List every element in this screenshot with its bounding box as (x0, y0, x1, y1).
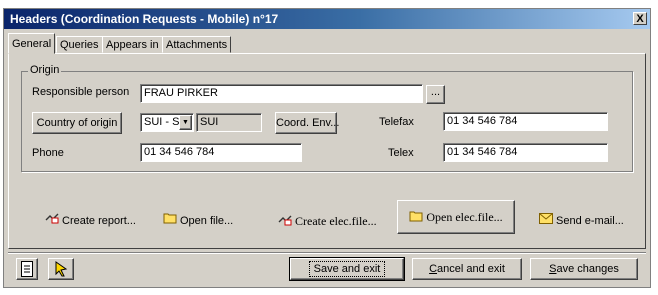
dialog-window: Headers (Coordination Requests - Mobile)… (3, 8, 651, 288)
document-icon (21, 261, 33, 280)
title-bar[interactable]: Headers (Coordination Requests - Mobile)… (4, 9, 650, 29)
send-email-label: Send e-mail... (556, 215, 624, 227)
pointer-button[interactable] (48, 258, 74, 280)
save-and-exit-button[interactable]: Save and exit (289, 257, 405, 281)
create-elec-file-action[interactable]: Create elec.file... (278, 208, 377, 234)
cancel-and-exit-button[interactable]: Cancel and exit (412, 258, 522, 280)
create-elec-file-label: Create elec.file... (295, 214, 377, 228)
report-icon (45, 208, 59, 234)
save-changes-button[interactable]: Save changes (530, 258, 638, 280)
folder-icon (409, 202, 423, 234)
window-title: Headers (Coordination Requests - Mobile)… (10, 12, 279, 26)
tab-attachments[interactable]: Attachments (162, 36, 232, 53)
telex-label: Telex (388, 147, 414, 159)
phone-label: Phone (32, 147, 64, 159)
save-changes-label: ave changes (556, 263, 619, 275)
tab-general[interactable]: General (8, 33, 56, 54)
elec-file-icon (278, 209, 292, 235)
general-panel: Origin Responsible person FRAU PIRKER ..… (8, 53, 646, 249)
document-button[interactable] (16, 258, 38, 280)
create-report-label: Create report... (62, 215, 136, 227)
telefax-label: Telefax (379, 116, 414, 128)
origin-group-label: Origin (28, 64, 62, 76)
create-report-action[interactable]: Create report... (45, 208, 136, 234)
bottom-toolbar: Save and exit Cancel and exit Save chang… (8, 252, 646, 284)
coord-env-button[interactable]: Coord. Env... (275, 112, 339, 134)
responsible-person-label: Responsible person (32, 86, 130, 98)
chevron-down-icon[interactable]: ▼ (179, 115, 192, 130)
country-of-origin-button[interactable]: Country of origin (32, 112, 122, 134)
open-file-label: Open file... (180, 215, 234, 227)
open-file-action[interactable]: Open file... (163, 208, 233, 234)
browse-button[interactable]: ... (426, 85, 445, 104)
telex-field[interactable]: 01 34 546 784 (443, 143, 608, 162)
phone-field[interactable]: 01 34 546 784 (140, 143, 302, 162)
save-and-exit-label: Save and exit (308, 261, 386, 277)
cancel-mnemonic: C (429, 263, 438, 275)
tab-appears-in[interactable]: Appears in (102, 36, 163, 53)
country-name-field: SUI (196, 113, 262, 132)
send-email-action[interactable]: Send e-mail... (539, 208, 624, 234)
country-code-select[interactable]: SUI - S ▼ (140, 113, 194, 132)
open-elec-file-button[interactable]: Open elec.file... (397, 200, 515, 234)
tab-queries[interactable]: Queries (56, 36, 103, 53)
open-elec-file-label: Open elec.file... (426, 210, 503, 224)
country-code-value: SUI - S (144, 116, 180, 128)
envelope-icon (539, 208, 553, 234)
close-button[interactable]: X (633, 12, 647, 25)
origin-group: Origin Responsible person FRAU PIRKER ..… (21, 64, 633, 172)
telefax-field[interactable]: 01 34 546 784 (443, 112, 608, 131)
cancel-and-exit-label: ancel and exit (437, 263, 505, 275)
responsible-person-field[interactable]: FRAU PIRKER (140, 84, 423, 103)
pointer-icon (54, 261, 68, 280)
folder-icon (163, 208, 177, 234)
